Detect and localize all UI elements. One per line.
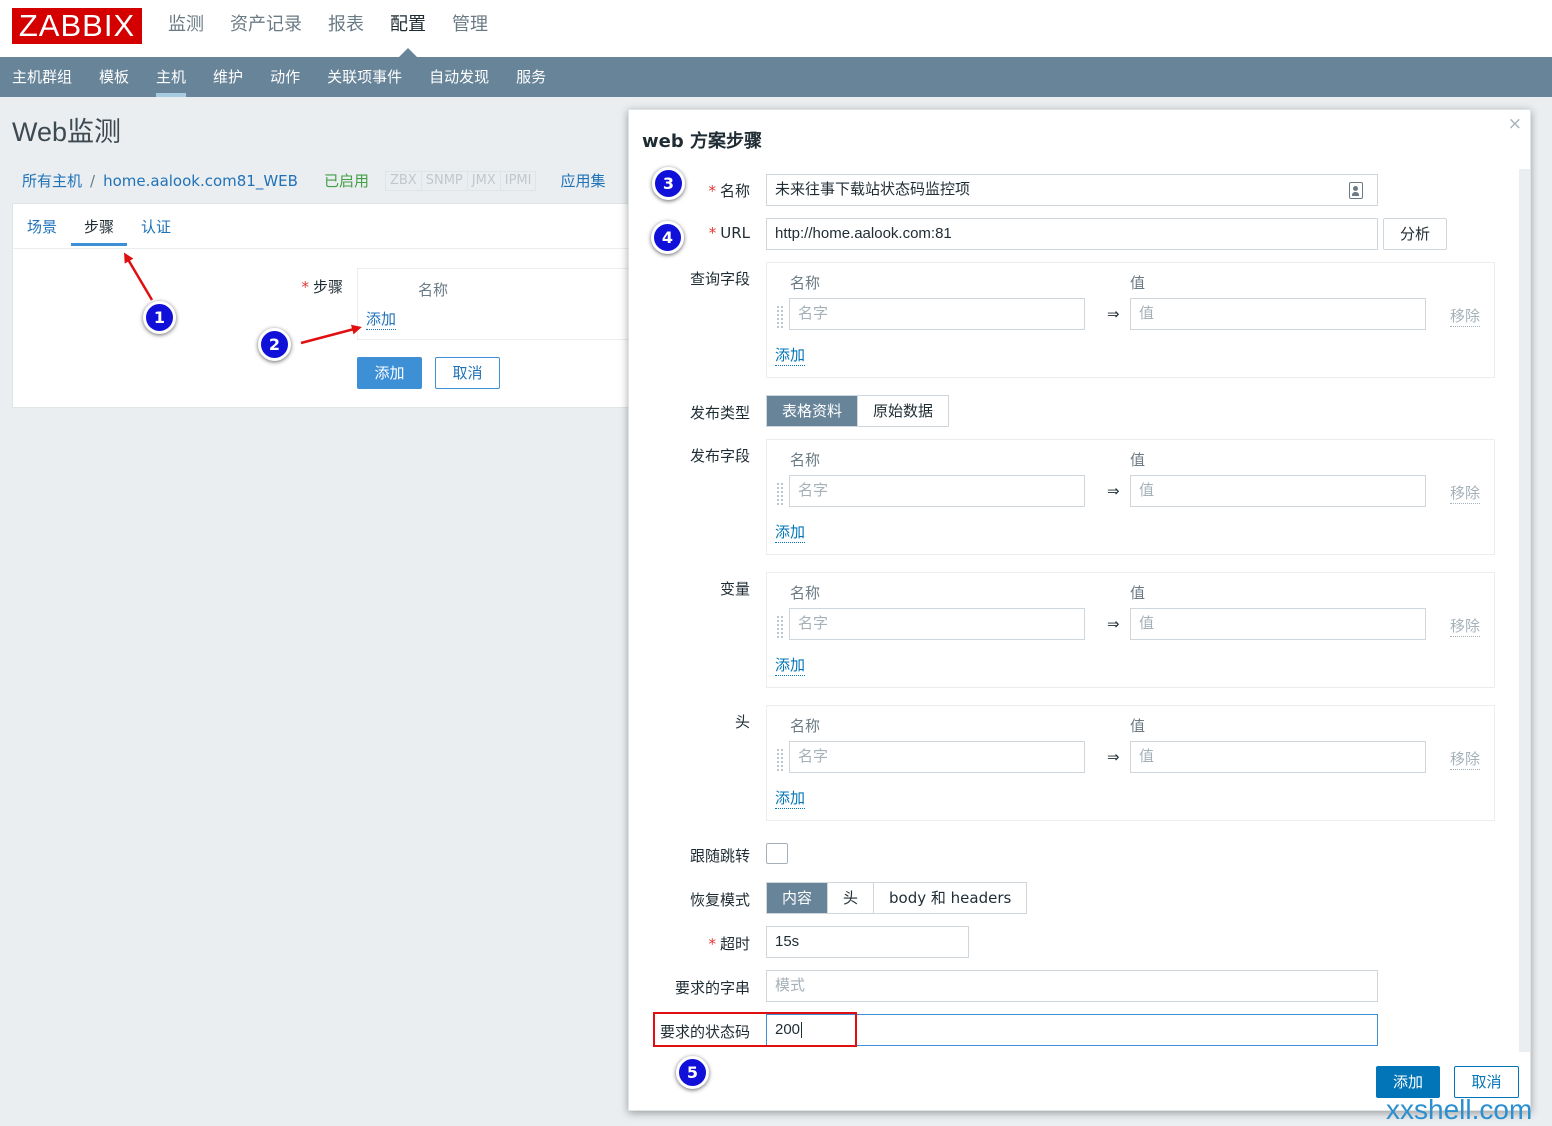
annotation-badge-5: 5	[676, 1056, 709, 1089]
annotation-badge-2: 2	[258, 328, 291, 361]
annotation-badge-4: 4	[651, 221, 684, 254]
watermark: xxshell.com	[1386, 1094, 1533, 1125]
annotation-arrows	[123, 252, 362, 345]
annotation-badge-1: 1	[143, 301, 176, 334]
annotation-badge-3: 3	[652, 167, 685, 200]
highlight-status-codes	[653, 1012, 857, 1047]
arrow-to-steps-tab	[123, 252, 154, 301]
arrow-to-add-link	[300, 324, 362, 345]
